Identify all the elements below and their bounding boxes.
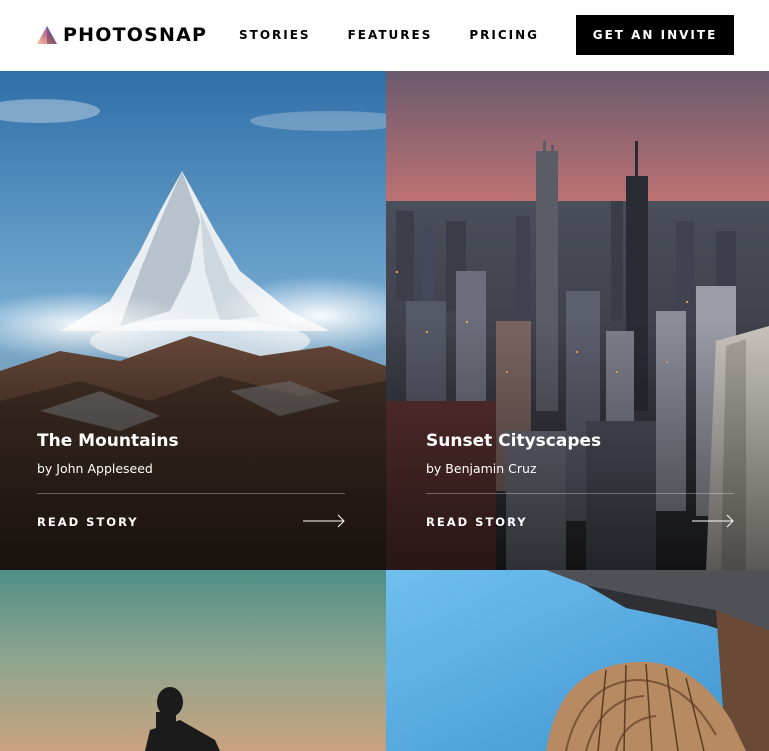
- main-nav: STORIES FEATURES PRICING: [239, 27, 576, 43]
- site-header: PHOTOSNAP STORIES FEATURES PRICING GET A…: [0, 0, 769, 71]
- nav-link-pricing[interactable]: PRICING: [469, 27, 539, 43]
- get-invite-button[interactable]: GET AN INVITE: [576, 15, 734, 55]
- story-card-silhouette[interactable]: [0, 570, 386, 751]
- photosnap-logo-icon: [37, 26, 57, 44]
- story-card-cityscapes[interactable]: Sunset Cityscapes by Benjamin Cruz READ …: [386, 71, 769, 570]
- brand-logo[interactable]: PHOTOSNAP: [37, 24, 207, 46]
- arrow-right-icon[interactable]: [692, 514, 734, 528]
- silhouette-photo: [0, 570, 386, 751]
- nav-link-features[interactable]: FEATURES: [348, 27, 433, 43]
- story-title: The Mountains: [37, 431, 179, 451]
- nav-link-stories[interactable]: STORIES: [239, 27, 311, 43]
- brand-name: PHOTOSNAP: [63, 24, 208, 46]
- story-card-mountains[interactable]: The Mountains by John Appleseed READ STO…: [0, 71, 386, 570]
- story-divider: [37, 493, 345, 494]
- read-story-link[interactable]: READ STORY: [37, 515, 139, 529]
- story-card-architecture[interactable]: [386, 570, 769, 751]
- story-author: by John Appleseed: [37, 461, 153, 476]
- arrow-right-icon[interactable]: [303, 514, 345, 528]
- story-divider: [426, 493, 734, 494]
- read-story-link[interactable]: READ STORY: [426, 515, 528, 529]
- story-title: Sunset Cityscapes: [426, 431, 602, 451]
- story-author: by Benjamin Cruz: [426, 461, 537, 476]
- architecture-photo: [386, 570, 769, 751]
